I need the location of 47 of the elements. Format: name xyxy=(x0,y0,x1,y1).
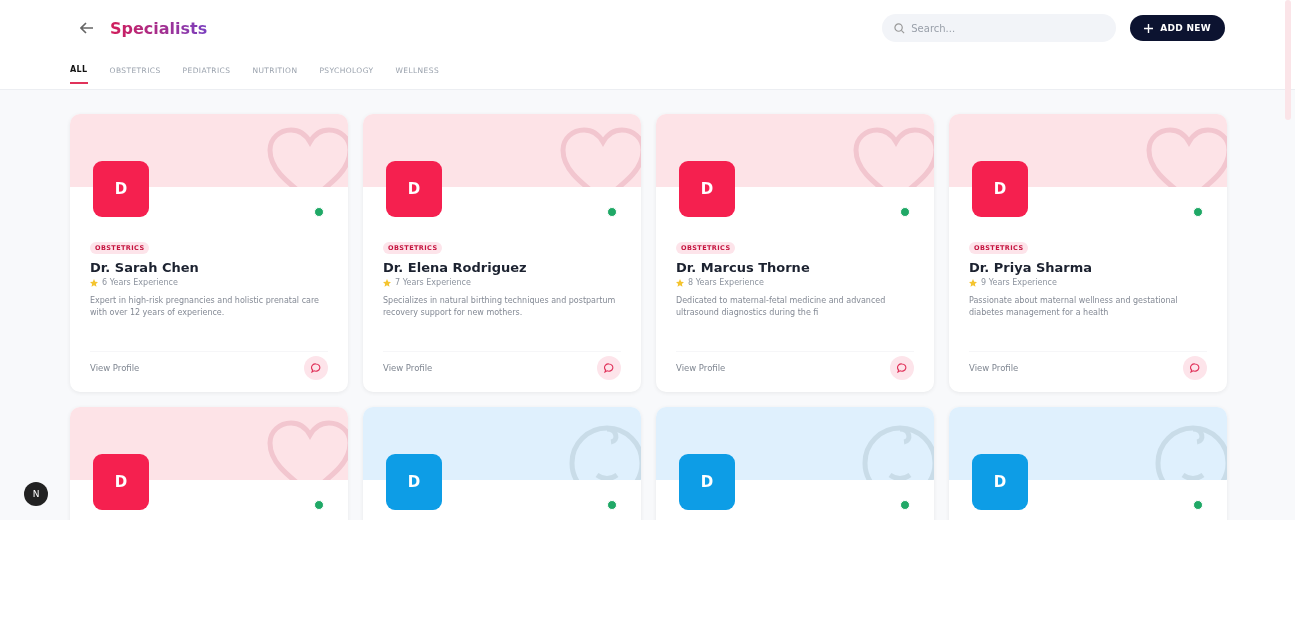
view-profile-link[interactable]: View Profile xyxy=(969,363,1019,373)
doctor-name: Dr. Elena Rodriguez xyxy=(383,260,528,275)
avatar: D xyxy=(679,454,735,510)
experience-text: 6 Years Experience xyxy=(102,278,178,287)
chat-button[interactable] xyxy=(597,356,621,380)
view-profile-link[interactable]: View Profile xyxy=(90,363,140,373)
avatar: D xyxy=(972,454,1028,510)
experience-text: 7 Years Experience xyxy=(395,278,471,287)
chat-icon xyxy=(897,363,907,373)
description: Dedicated to maternal-fetal medicine and advanced ultrasound diagnostics during the fi xyxy=(676,295,887,319)
avatar: D xyxy=(386,454,442,510)
specialist-card[interactable]: D xyxy=(949,407,1227,520)
chat-icon xyxy=(604,363,614,373)
doctor-name: Dr. Marcus Thorne xyxy=(676,260,811,275)
view-profile-link[interactable]: View Profile xyxy=(676,363,726,373)
experience-text: 8 Years Experience xyxy=(688,278,764,287)
chat-button[interactable] xyxy=(1183,356,1207,380)
doctor-name: Dr. Sarah Chen xyxy=(90,260,200,275)
description: Passionate about maternal wellness and gestational diabetes management for a health xyxy=(969,295,1179,319)
description: Expert in high-risk pregnancies and holistic prenatal care with over 12 years of experience. xyxy=(90,295,320,319)
dev-badge-button[interactable]: N xyxy=(24,482,48,506)
plus-icon xyxy=(1144,23,1154,33)
avatar: D xyxy=(386,161,442,217)
chat-icon xyxy=(311,363,321,373)
star-icon xyxy=(90,278,98,287)
chat-icon xyxy=(1190,363,1200,373)
view-profile-link[interactable]: View Profile xyxy=(383,363,433,373)
avatar: D xyxy=(93,161,149,217)
avatar: D xyxy=(93,454,149,510)
back-arrow-icon[interactable] xyxy=(80,22,94,34)
search-icon xyxy=(894,22,906,34)
specialist-card[interactable]: D xyxy=(70,407,348,520)
star-icon xyxy=(969,278,977,287)
avatar: D xyxy=(679,161,735,217)
add-new-button[interactable]: ADD NEW xyxy=(1130,15,1225,41)
avatar: D xyxy=(972,161,1028,217)
chat-button[interactable] xyxy=(890,356,914,380)
specialist-card[interactable]: D xyxy=(656,407,934,520)
star-icon xyxy=(383,278,391,287)
search-field[interactable]: Search... xyxy=(882,14,1117,42)
chat-button[interactable] xyxy=(304,356,328,380)
star-icon xyxy=(676,278,684,287)
category-tab[interactable]: ALL xyxy=(70,62,88,84)
experience-text: 9 Years Experience xyxy=(981,278,1057,287)
doctor-name: Dr. Priya Sharma xyxy=(969,260,1094,275)
description: Specializes in natural birthing techniques and postpartum recovery support for new mothers. xyxy=(383,295,617,319)
specialist-card[interactable]: D xyxy=(363,407,641,520)
